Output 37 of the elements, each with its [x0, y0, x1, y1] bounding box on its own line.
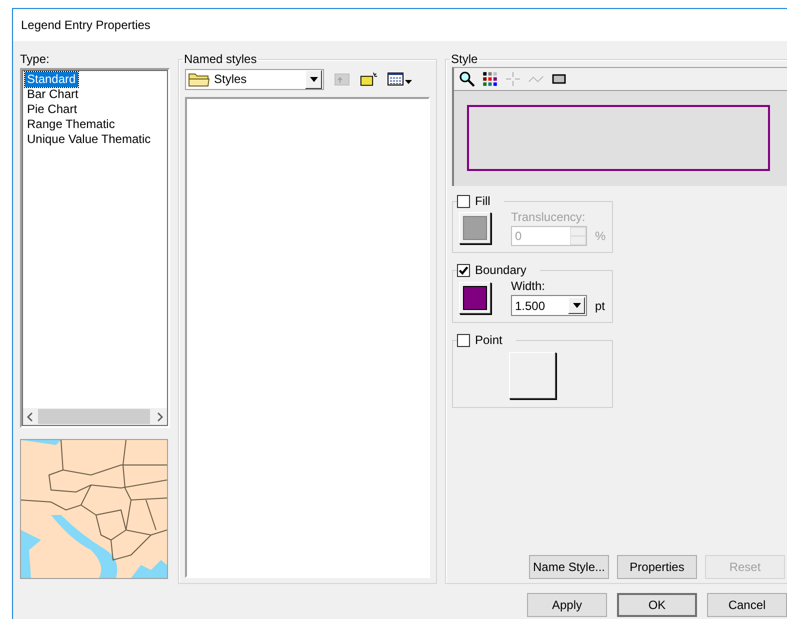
type-list-item[interactable]: Unique Value Thematic: [25, 132, 153, 147]
dialog-button[interactable]: Cancel: [707, 593, 787, 617]
width-dropdown[interactable]: 1.500: [511, 295, 587, 316]
style-action-button[interactable]: Name Style...: [529, 555, 609, 579]
window-title: Legend Entry Properties: [21, 18, 150, 32]
new-folder-icon[interactable]: [360, 71, 378, 87]
type-label: Type:: [20, 52, 50, 66]
percent-unit: %: [595, 229, 606, 243]
zoom-icon[interactable]: [459, 71, 475, 87]
style-action-button[interactable]: Properties: [617, 555, 697, 579]
width-label: Width:: [511, 279, 546, 293]
point-symbol-button[interactable]: [509, 352, 556, 399]
fill-checkbox[interactable]: [457, 194, 470, 208]
fill-label: Fill: [475, 194, 490, 208]
dialog-button[interactable]: Apply: [527, 593, 607, 617]
view-menu-icon[interactable]: [387, 71, 413, 87]
group-title: Named styles: [183, 52, 258, 66]
caret-icon: [572, 303, 580, 308]
point-label: Point: [475, 333, 502, 347]
point-checkbox[interactable]: [457, 334, 470, 346]
horizontal-scrollbar[interactable]: [23, 408, 167, 425]
width-unit: pt: [595, 298, 606, 312]
color-palette-icon[interactable]: [482, 71, 498, 87]
group-title: Style: [450, 52, 479, 66]
caret-icon: [310, 76, 318, 82]
dialog-button[interactable]: OK: [617, 593, 697, 617]
boundary-label: Boundary: [475, 263, 526, 277]
type-list-item[interactable]: Pie Chart: [25, 102, 80, 117]
type-list-item[interactable]: Bar Chart: [25, 87, 80, 102]
translucency-label: Translucency:: [511, 210, 586, 224]
folder-dropdown[interactable]: Styles: [185, 68, 324, 90]
folder-icon: [188, 71, 210, 87]
type-list-item[interactable]: Standard: [25, 72, 78, 87]
type-list-item[interactable]: Range Thematic: [25, 117, 117, 132]
scroll-left-icon[interactable]: [26, 412, 34, 422]
boundary-checkbox[interactable]: [457, 264, 470, 276]
scroll-right-icon[interactable]: [156, 412, 164, 422]
